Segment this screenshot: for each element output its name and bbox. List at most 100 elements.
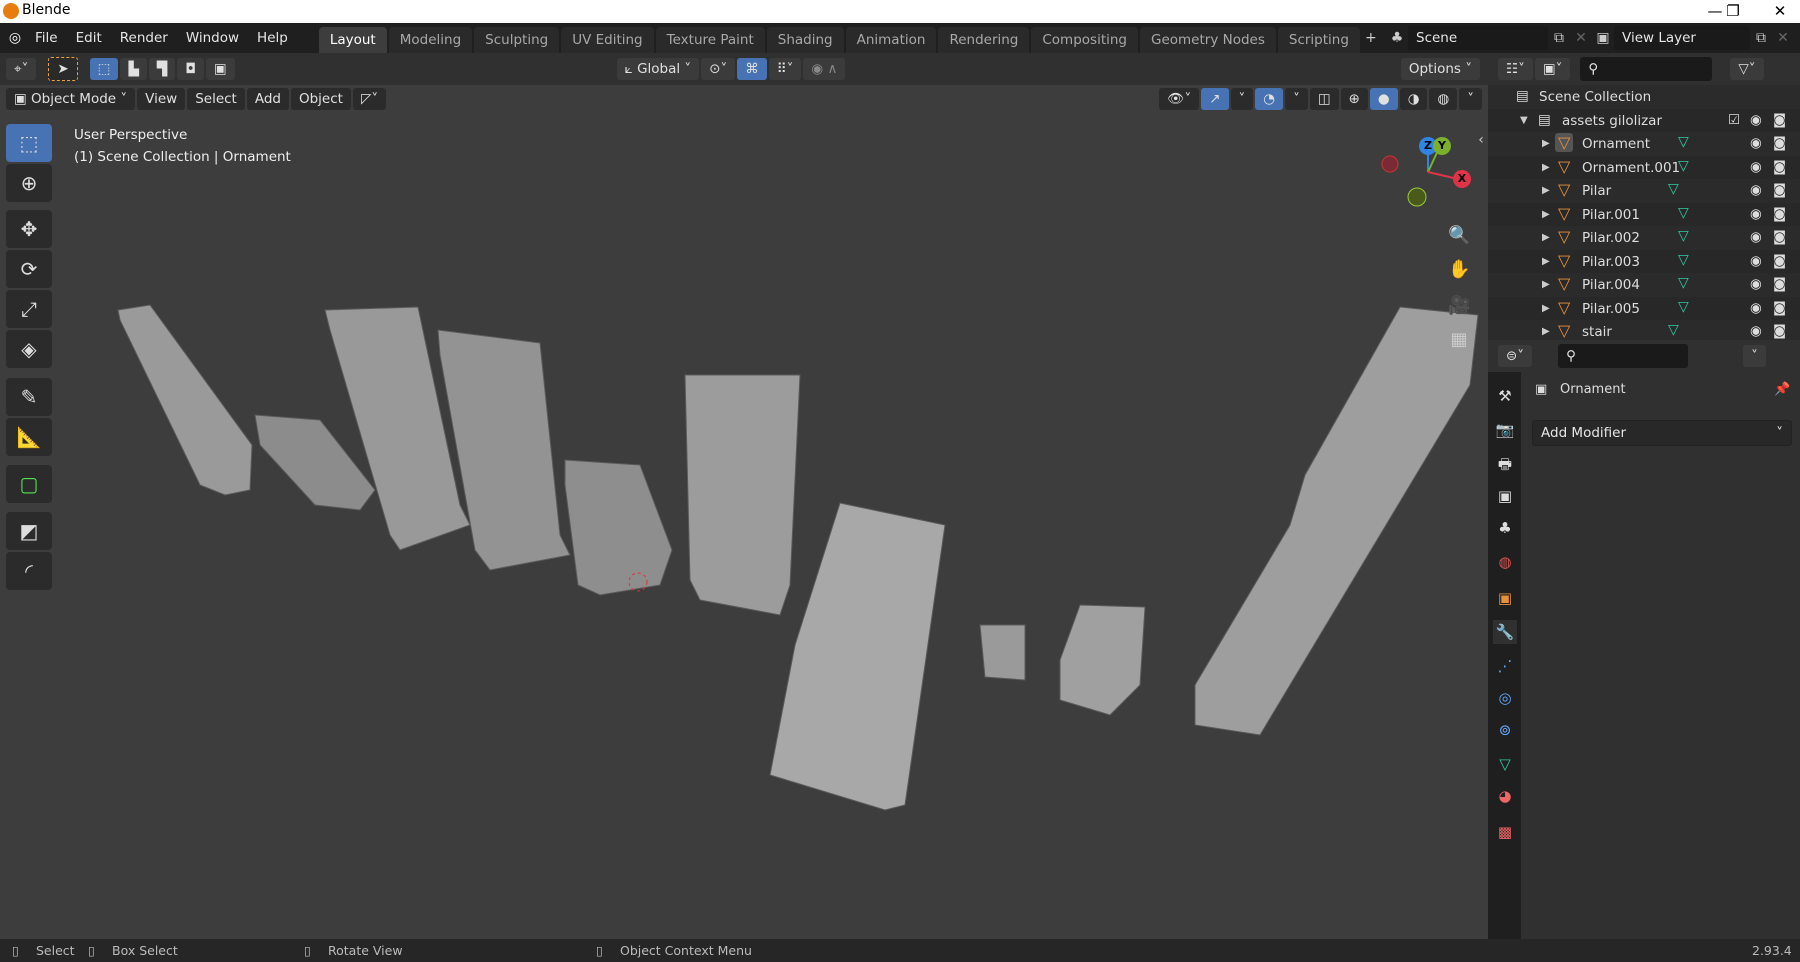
eye-icon[interactable]: ◉ [1750,229,1762,245]
tab-texture-paint[interactable]: Texture Paint [655,27,765,53]
expand-icon[interactable]: ▶ [1542,256,1550,267]
camera-icon[interactable]: ◙ [1773,253,1786,269]
select-mode-new-icon[interactable]: ⬚ [89,58,119,80]
menu-help[interactable]: Help [248,30,297,46]
expand-icon[interactable]: ▶ [1542,303,1550,314]
tab-animation[interactable]: Animation [845,27,937,53]
outliner-item[interactable]: ▶ ▽ Pilar.004 ▽ ◉ ◙ [1488,273,1800,297]
proportional-edit-icon[interactable]: ◉ ∧ [803,58,846,80]
outliner-item[interactable]: ▶ ▽ Ornament.001 ▽ ◉ ◙ [1488,156,1800,180]
gizmo-dropdown-icon[interactable]: ˅ [1230,87,1254,110]
camera-icon[interactable]: ◙ [1773,276,1786,292]
tool-cursor-icon[interactable]: ⊕ [6,164,52,202]
select-mode-extend-icon[interactable]: ▙ [120,58,147,80]
filter-icon[interactable]: ▽˅ [1730,58,1764,80]
tab-uv-editing[interactable]: UV Editing [561,27,654,53]
view-layer-tab-icon[interactable]: ▣ [1493,484,1517,508]
expand-icon[interactable]: ▶ [1542,279,1550,290]
transform-orientation-dropdown[interactable]: ⟀ Global ˅ [616,58,700,80]
delete-scene-icon[interactable]: ✕ [1570,28,1592,48]
scene-collection-row[interactable]: ▤ Scene Collection [1488,85,1800,109]
snap-target-icon[interactable]: ⠿˅ [768,58,802,80]
exclude-checkbox[interactable]: ☑ [1728,112,1740,128]
tool-select-box-icon[interactable]: ⬚ [6,124,52,162]
view-layer-filter-icon[interactable]: ▣˅ [1534,58,1571,80]
outliner-item[interactable]: ▶ ▽ Pilar.005 ▽ ◉ ◙ [1488,297,1800,321]
shading-rendered-icon[interactable]: ◍ [1429,87,1458,110]
expand-icon[interactable]: ▶ [1542,232,1550,243]
snap-toggle-icon[interactable]: ⌘ [737,58,767,80]
outliner-item[interactable]: ▶ ▽ Pilar ▽ ◉ ◙ [1488,179,1800,203]
navigation-gizmo[interactable]: Z Y X [1380,130,1480,210]
output-tab-icon[interactable]: 🖶 [1493,452,1517,476]
3d-viewport[interactable] [0,85,1488,939]
texture-tab-icon[interactable]: ▩ [1493,820,1517,844]
display-mode-icon[interactable]: ☷˅ [1498,58,1533,80]
pin-icon[interactable]: 📌 [1774,382,1790,397]
blender-menu-icon[interactable]: ◎ [4,28,26,48]
menu-render[interactable]: Render [111,30,177,46]
physics-tab-icon[interactable]: ◎ [1493,686,1517,710]
new-scene-icon[interactable]: ⧉ [1548,28,1570,48]
eye-icon[interactable]: ◉ [1750,206,1762,222]
tool-rotate-icon[interactable]: ⟳ [6,250,52,288]
outliner-search-input[interactable]: ⚲ [1580,57,1713,81]
tool-tab-icon[interactable]: ⚒ [1493,384,1517,408]
tab-sculpting[interactable]: Sculpting [474,27,560,53]
tab-layout[interactable]: Layout [318,27,387,53]
mode-dropdown[interactable]: ▣ Object Mode ˅ [6,87,136,110]
new-view-layer-icon[interactable]: ⧉ [1750,28,1772,48]
tab-scripting[interactable]: Scripting [1277,27,1360,53]
select-mode-intersect-icon[interactable]: ▣ [205,58,235,80]
mesh-data-icon[interactable]: ▽ [1668,181,1679,197]
mesh-data-icon[interactable]: ▽ [1678,228,1689,244]
expand-icon[interactable]: ▶ [1542,185,1550,196]
overlays-toggle-icon[interactable]: ◔ [1255,87,1284,110]
zoom-icon[interactable]: 🔍 [1448,226,1470,246]
tab-modeling[interactable]: Modeling [388,27,473,53]
options-dropdown[interactable]: Options ˅ [1400,58,1480,80]
expand-icon[interactable]: ▶ [1542,138,1550,149]
expand-icon[interactable]: ▼ [1520,115,1528,126]
shading-wireframe-icon[interactable]: ⊕ [1340,87,1368,110]
mesh-data-icon[interactable]: ▽ [1668,322,1679,338]
tool-transform-icon[interactable]: ◈ [6,330,52,368]
properties-search-input[interactable]: ⚲ [1558,344,1689,368]
maximize-button[interactable]: ❐ [1713,0,1753,23]
tool-scale-cage-icon[interactable]: ◩ [6,512,52,550]
menu-view[interactable]: View [137,87,186,110]
outliner-item[interactable]: ▶ ▽ Ornament ▽ ◉ ◙ [1488,132,1800,156]
menu-object[interactable]: Object [290,87,351,110]
collection-row[interactable]: ▼ ▤ assets gilolizar ☑ ◉ ◙ [1488,109,1800,133]
material-tab-icon[interactable]: ◕ [1493,784,1517,808]
perspective-grid-icon[interactable]: ▦ [1448,330,1470,350]
tool-shear-icon[interactable]: ◜ [6,552,52,590]
gizmo-x[interactable]: X [1453,170,1471,188]
particles-tab-icon[interactable]: ⋰ [1493,654,1517,678]
tool-annotate-icon[interactable]: ✎ [6,378,52,416]
editor-type-button[interactable]: ⌖˅ [6,58,37,80]
mesh-data-icon[interactable]: ▽ [1678,134,1689,150]
menu-add[interactable]: Add [246,87,289,110]
camera-view-icon[interactable]: 🎥 [1448,296,1470,316]
tab-rendering[interactable]: Rendering [938,27,1030,53]
data-tab-icon[interactable]: ▽ [1493,752,1517,776]
mesh-data-icon[interactable]: ▽ [1678,299,1689,315]
expand-icon[interactable]: ▶ [1542,162,1550,173]
eye-icon[interactable]: ◉ [1750,300,1762,316]
mesh-data-icon[interactable]: ▽ [1678,275,1689,291]
scene-tab-icon[interactable]: ♣ [1493,516,1517,540]
tool-add-cube-icon[interactable]: ▢ [6,465,52,503]
modifier-tab-icon[interactable]: 🔧 [1493,620,1517,644]
outliner-item[interactable]: ▶ ▽ Pilar.002 ▽ ◉ ◙ [1488,226,1800,250]
delete-view-layer-icon[interactable]: ✕ [1772,28,1794,48]
tool-move-icon[interactable]: ✥ [6,210,52,248]
camera-icon[interactable]: ◙ [1773,112,1786,128]
pan-hand-icon[interactable]: ✋ [1448,260,1470,280]
select-tool-icon[interactable]: ➤ [48,57,78,81]
mesh-data-icon[interactable]: ▽ [1678,158,1689,174]
eye-icon[interactable]: ◉ [1750,323,1762,339]
camera-icon[interactable]: ◙ [1773,159,1786,175]
gizmo-toggle-icon[interactable]: ↗ [1201,87,1229,110]
outliner-item[interactable]: ▶ ▽ Pilar.003 ▽ ◉ ◙ [1488,250,1800,274]
